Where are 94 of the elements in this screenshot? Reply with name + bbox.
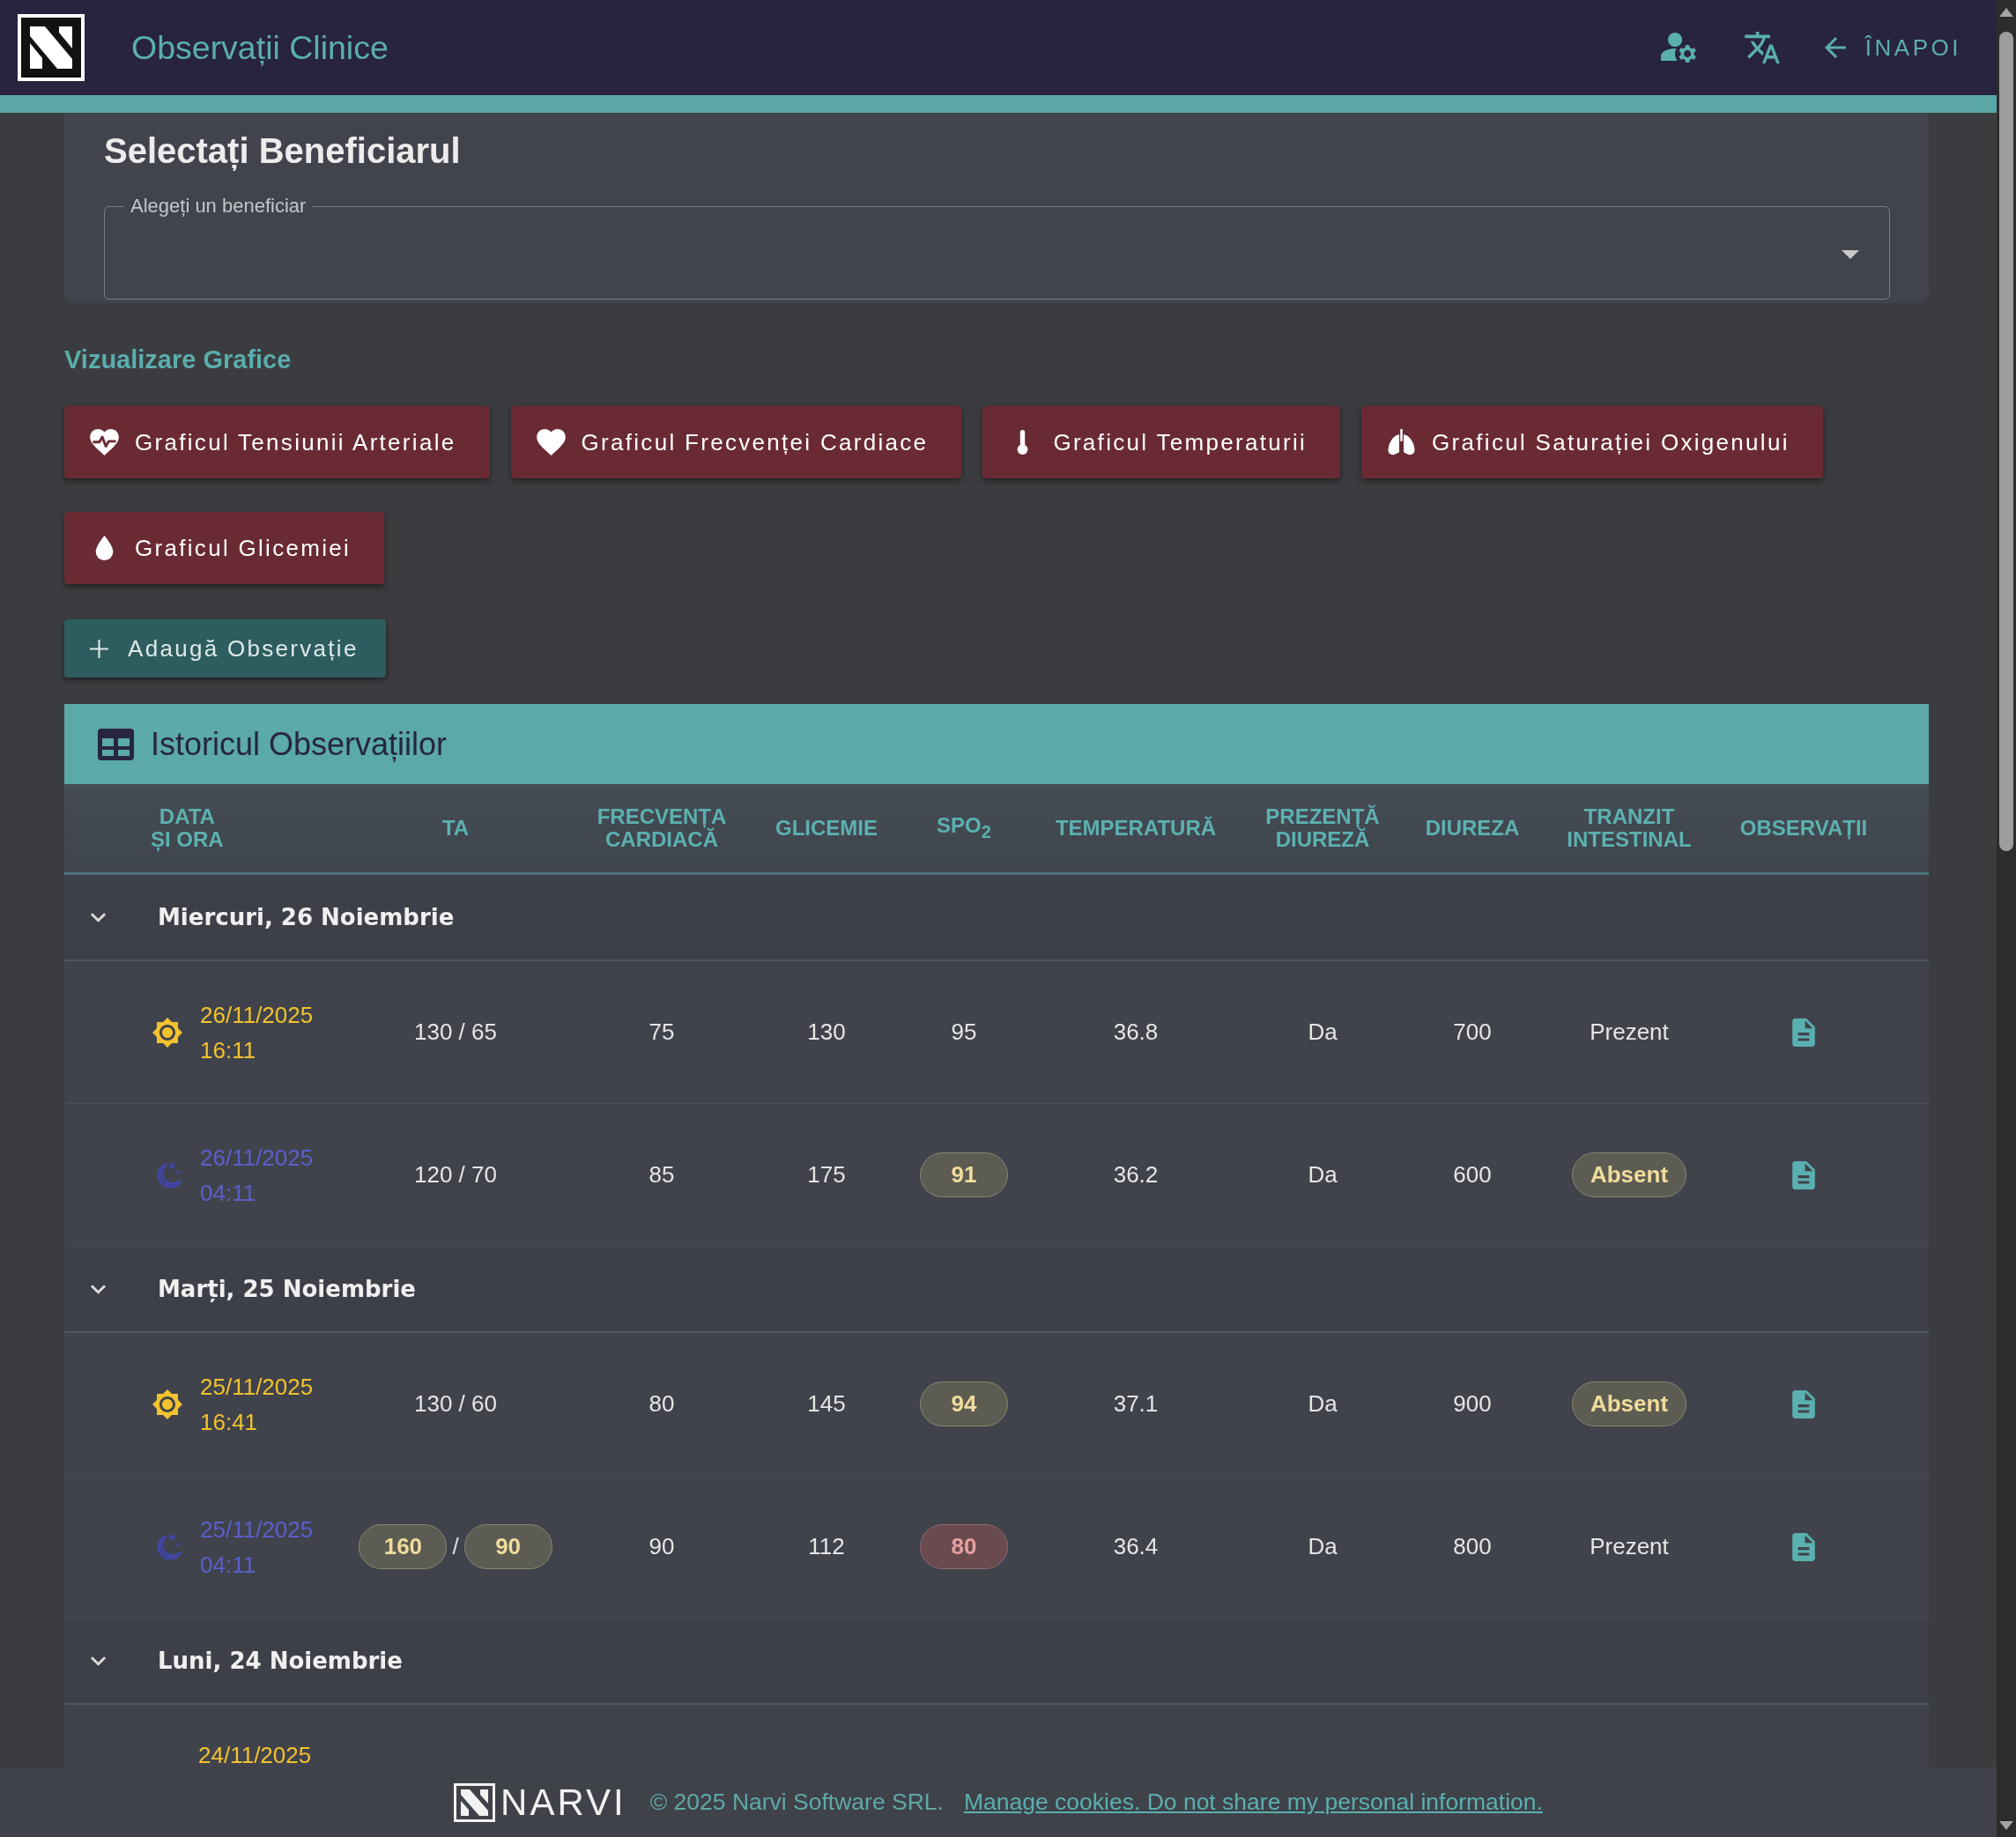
document-icon[interactable] [1792, 1532, 1815, 1561]
chevron-icon[interactable] [90, 1284, 107, 1294]
alert-badge: 80 [920, 1524, 1008, 1569]
section-title: Selectați Beneficiarul [104, 130, 462, 172]
arrow-up-icon[interactable] [1999, 8, 2013, 17]
alert-badge: 91 [920, 1152, 1008, 1197]
cookie-settings-link[interactable]: Manage cookies. Do not share my personal information. [963, 1789, 1543, 1816]
back-button[interactable]: ÎNAPOI [1824, 28, 1961, 67]
group-label: Miercuri, 26 Noiembrie [158, 904, 455, 930]
table-cell: Da [1308, 1161, 1338, 1189]
table-cell: 112 [808, 1533, 845, 1560]
table-cell: 90 [649, 1533, 675, 1560]
table-cell: 36.2 [1113, 1161, 1159, 1189]
alert-badge: Absent [1571, 1381, 1687, 1426]
logo-icon [454, 1782, 496, 1822]
table-cell: 95 [951, 1018, 977, 1046]
chart-button[interactable]: Graficul Temperaturii [982, 406, 1341, 478]
table-icon [98, 728, 134, 760]
table-cell: 75 [649, 1018, 675, 1046]
column-header: FRECVENȚA CARDIACĂ [597, 805, 727, 851]
alert-badge: 160 [359, 1524, 448, 1569]
table-cell: 175 [807, 1161, 846, 1189]
arrow-left-icon [1824, 37, 1846, 58]
caret-down-icon [1842, 250, 1859, 259]
document-icon[interactable] [1792, 1018, 1815, 1047]
table-cell: 120 / 70 [414, 1161, 497, 1189]
add-observation-button[interactable]: Adaugă Observație [64, 619, 386, 678]
date-text: 26/11/2025 [200, 1143, 314, 1173]
column-header: OBSERVAȚII [1739, 817, 1868, 840]
scrollbar-thumb[interactable] [1999, 32, 2013, 851]
table-cell: Da [1308, 1018, 1338, 1046]
table-cell: 800 [1453, 1533, 1492, 1560]
copyright-text: © 2025 Narvi Software SRL. [649, 1789, 944, 1816]
page-title: Observații Clinice [131, 28, 389, 67]
chart-button[interactable]: Graficul Frecvenței Cardiace [510, 406, 962, 478]
separator-text: / [452, 1533, 459, 1560]
brand-name: NARVI [500, 1782, 626, 1822]
table-cell: Da [1308, 1390, 1338, 1418]
alert-badge: 94 [920, 1381, 1008, 1426]
alert-badge: Absent [1571, 1152, 1687, 1197]
table-cell: Prezent [1590, 1533, 1669, 1560]
lungs-icon [1387, 429, 1417, 456]
plus-icon [90, 639, 108, 658]
arrow-down-icon[interactable] [1999, 1821, 2013, 1830]
chevron-icon[interactable] [90, 1656, 107, 1666]
table-cell: 130 [807, 1018, 846, 1046]
table-cell: 85 [649, 1161, 675, 1189]
document-icon[interactable] [1792, 1389, 1815, 1418]
chevron-icon[interactable] [90, 912, 107, 922]
column-header: TRANZIT INTESTINAL [1567, 805, 1692, 851]
table-cell: 145 [807, 1390, 846, 1418]
column-header: SPO$_{2}$ [937, 813, 991, 843]
date-text: 26/11/2025 [200, 1000, 314, 1030]
user-settings-icon[interactable] [1660, 32, 1698, 63]
table-cell: 130 / 65 [414, 1018, 497, 1046]
table-cell: 36.8 [1113, 1018, 1159, 1046]
column-header: GLICEMIE [775, 817, 878, 840]
table-cell: 36.4 [1113, 1533, 1159, 1560]
table-cell: 700 [1453, 1018, 1492, 1046]
group-label: Marți, 25 Noiembrie [158, 1276, 416, 1302]
table-cell: 600 [1453, 1161, 1492, 1189]
time-text: 16:11 [200, 1035, 256, 1065]
time-text: 04:11 [200, 1550, 256, 1580]
date-text: 25/11/2025 [200, 1372, 314, 1402]
translate-icon[interactable] [1743, 32, 1781, 63]
section-heading: Vizualizare Grafice [64, 344, 293, 374]
logo-icon [18, 14, 85, 81]
heart-pulse-icon [90, 429, 119, 456]
column-header: TA [441, 817, 470, 840]
column-header: DATA ȘI ORA [151, 805, 224, 851]
document-icon[interactable] [1792, 1160, 1815, 1189]
table-cell: Da [1308, 1533, 1338, 1560]
history-title: Istoricul Observațiilor [151, 725, 448, 763]
table-cell: 37.1 [1113, 1390, 1159, 1418]
column-header: PREZENȚĂ DIUREZĂ [1265, 805, 1380, 851]
column-header: DIUREZA [1425, 817, 1520, 840]
table-cell: Prezent [1590, 1018, 1669, 1046]
date-text: 24/11/2025 [198, 1743, 312, 1767]
table-cell: 80 [649, 1390, 675, 1418]
date-text: 25/11/2025 [200, 1515, 314, 1544]
group-label: Luni, 24 Noiembrie [158, 1648, 403, 1674]
time-text: 04:11 [200, 1178, 256, 1208]
sun-icon [152, 1017, 182, 1048]
chart-button[interactable]: Graficul Saturației Oxigenului [1361, 406, 1823, 478]
chart-button[interactable]: Graficul Tensiunii Arteriale [64, 406, 490, 478]
chart-button[interactable]: Graficul Glicemiei [64, 512, 385, 584]
table-cell: 130 / 60 [414, 1390, 497, 1418]
scrollbar[interactable] [1997, 0, 2016, 1837]
heart-icon [536, 429, 566, 456]
time-text: 16:41 [200, 1407, 258, 1437]
column-header: TEMPERATURĂ [1055, 817, 1217, 840]
alert-badge: 90 [463, 1524, 552, 1569]
sun-icon [152, 1389, 182, 1419]
table-cell: 900 [1453, 1390, 1492, 1418]
